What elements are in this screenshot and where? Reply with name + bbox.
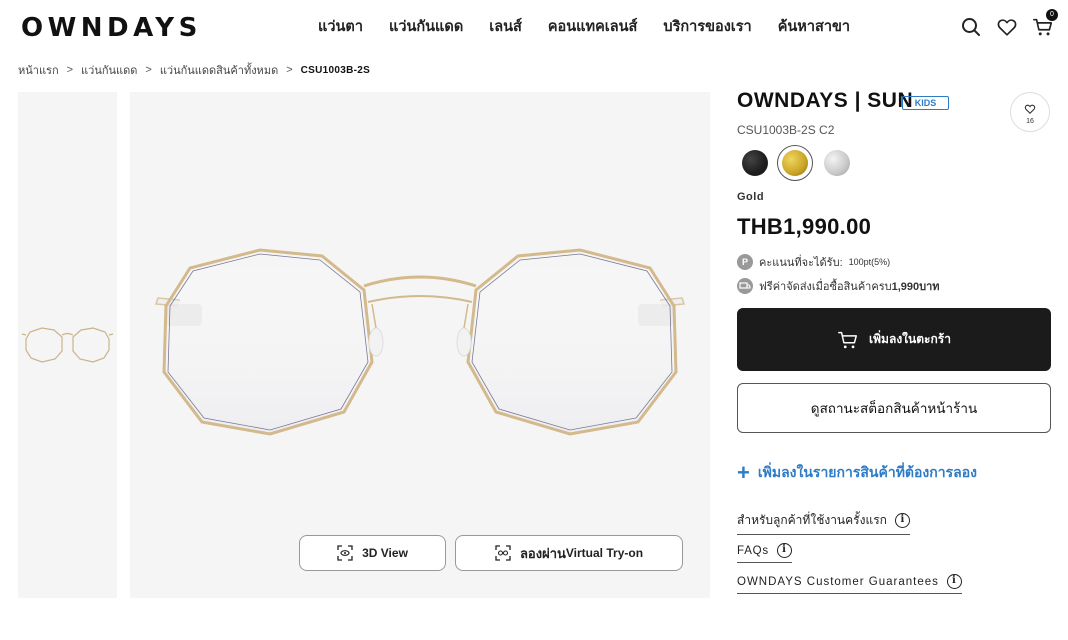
glasses-product-image [154, 248, 686, 436]
owndays-logo[interactable]: OWNDAYS [21, 14, 202, 42]
product-price: THB1,990.00 [737, 214, 872, 239]
shipping-amount: 1,990บาท [891, 281, 940, 293]
info-icon: i [776, 543, 792, 558]
product-info-panel: OWNDAYS | SUN KIDS 16 CSU1003B-2S C2 Gol… [737, 88, 1051, 594]
product-thumbnail[interactable] [20, 321, 115, 371]
breadcrumb-all-sunglasses[interactable]: แว่นกันแดดสินค้าทั้งหมด [160, 61, 278, 79]
add-to-cart-button[interactable]: เพิ่มลงในตะกร้า [737, 308, 1051, 371]
main-nav: แว่นตา แว่นกันแดด เลนส์ คอนแทคเลนส์ บริก… [318, 17, 876, 37]
virtual-tryon-icon [495, 545, 511, 561]
points-row: P คะแนนที่จะได้รับ: 100pt(5%) [737, 253, 890, 271]
heart-icon [1024, 104, 1036, 115]
check-store-stock-button[interactable]: ดูสถานะสต็อกสินค้าหน้าร้าน [737, 383, 1051, 433]
add-to-tryon-list-link[interactable]: + เพิ่มลงในรายการสินค้าที่ต้องการลอง [737, 462, 977, 484]
header-icons: 0 [946, 9, 1058, 38]
add-to-tryon-list-label: เพิ่มลงในรายการสินค้าที่ต้องการลอง [757, 464, 977, 480]
3d-view-icon [337, 545, 353, 561]
cart-icon [838, 331, 858, 348]
product-title: OWNDAYS | SUN [737, 89, 914, 112]
product-main-image[interactable]: 3D View ลองผ่าน Virtual Try-on [130, 92, 710, 598]
virtual-tryon-label-en: Virtual Try-on [565, 546, 644, 560]
nav-contact-lenses[interactable]: คอนแทคเลนส์ [548, 17, 638, 37]
virtual-tryon-label-th: ลองผ่าน [519, 545, 566, 561]
heart-icon[interactable] [996, 16, 1018, 38]
shipping-text: ฟรีค่าจัดส่งเมื่อซื้อสินค้าครบ [759, 281, 892, 293]
breadcrumb-separator: > [286, 64, 293, 76]
faqs-label: FAQs [737, 544, 769, 557]
points-label: คะแนนที่จะได้รับ: [759, 257, 843, 269]
favorite-button[interactable]: 16 [1010, 92, 1050, 132]
points-value: 100pt(5%) [848, 257, 891, 267]
first-time-customer-link[interactable]: สำหรับลูกค้าที่ใช้งานครั้งแรก i [737, 511, 910, 535]
customer-guarantees-label: OWNDAYS Customer Guarantees [737, 575, 939, 588]
search-icon[interactable] [960, 16, 982, 38]
breadcrumb-separator: > [145, 64, 152, 76]
product-sku: CSU1003B-2S C2 [737, 123, 835, 137]
cart-count-badge: 0 [1046, 9, 1058, 21]
selected-color-name: Gold [737, 191, 765, 203]
info-icon: i [946, 574, 962, 589]
breadcrumb: หน้าแรก > แว่นกันแดด > แว่นกันแดดสินค้าท… [18, 61, 370, 79]
points-icon: P [737, 254, 753, 270]
swatch-silver[interactable] [824, 150, 850, 176]
shipping-row: ฟรีค่าจัดส่งเมื่อซื้อสินค้าครบ 1,990บาท [737, 277, 940, 295]
add-to-cart-label: เพิ่มลงในตะกร้า [869, 332, 951, 346]
site-header: OWNDAYS แว่นตา แว่นกันแดด เลนส์ คอนแทคเล… [0, 0, 1068, 56]
breadcrumb-sunglasses[interactable]: แว่นกันแดด [81, 61, 137, 79]
3d-view-label: 3D View [362, 546, 408, 560]
thumbnail-column [18, 92, 117, 598]
breadcrumb-home[interactable]: หน้าแรก [18, 61, 59, 79]
kids-badge: KIDS [902, 96, 949, 110]
first-time-customer-label: สำหรับลูกค้าที่ใช้งานครั้งแรก [737, 513, 887, 527]
3d-view-button[interactable]: 3D View [299, 535, 446, 571]
info-icon: i [894, 513, 910, 528]
customer-guarantees-link[interactable]: OWNDAYS Customer Guarantees i [737, 574, 962, 594]
faqs-link[interactable]: FAQs i [737, 543, 792, 563]
nav-lenses[interactable]: เลนส์ [489, 17, 522, 37]
shipping-icon [737, 278, 753, 294]
favorite-count: 16 [1026, 118, 1034, 125]
virtual-tryon-button[interactable]: ลองผ่าน Virtual Try-on [455, 535, 683, 571]
nav-services[interactable]: บริการของเรา [663, 17, 751, 37]
nav-sunglasses[interactable]: แว่นกันแดด [389, 17, 463, 37]
nav-store-locator[interactable]: ค้นหาสาขา [778, 17, 850, 37]
check-store-stock-label: ดูสถานะสต็อกสินค้าหน้าร้าน [810, 401, 978, 416]
breadcrumb-separator: > [66, 64, 74, 76]
nav-eyeglasses[interactable]: แว่นตา [318, 17, 363, 37]
swatch-black[interactable] [742, 150, 768, 176]
breadcrumb-current: CSU1003B-2S [300, 64, 371, 76]
plus-icon: + [737, 460, 750, 485]
swatch-gold[interactable] [782, 150, 808, 176]
color-swatches [737, 145, 867, 181]
cart-icon[interactable]: 0 [1032, 9, 1058, 38]
